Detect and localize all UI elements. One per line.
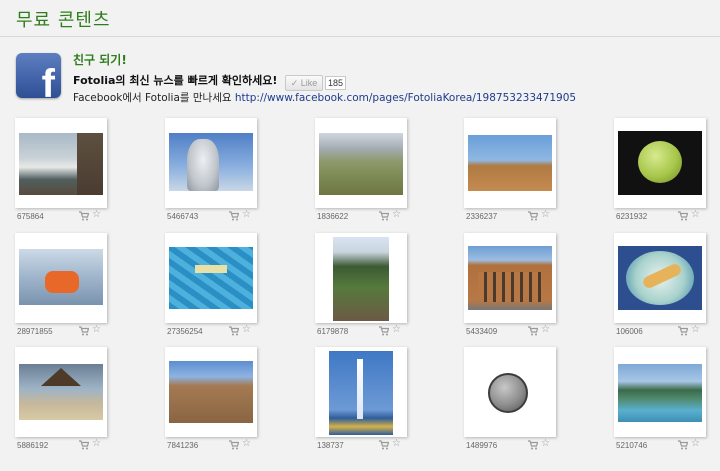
- star-icon[interactable]: ☆: [691, 210, 700, 220]
- thumbnail-item: 7841236 ☆: [165, 347, 257, 459]
- thumbnail-image[interactable]: [169, 247, 253, 309]
- thumbnail-image[interactable]: [488, 373, 528, 413]
- thumbnail-id: 6179878: [317, 327, 349, 336]
- cart-icon[interactable]: [379, 440, 389, 450]
- thumbnail-item: 5886192 ☆: [15, 347, 107, 459]
- thumbnail-id: 106006: [616, 327, 643, 336]
- star-icon[interactable]: ☆: [541, 325, 550, 335]
- thumbnail-id: 28971855: [17, 327, 53, 336]
- thumbnail-item: 138737 ☆: [315, 347, 407, 459]
- promo-message: Fotolia의 최신 뉴스를 빠르게 확인하세요!: [73, 74, 278, 87]
- thumbnail-item: 2336237 ☆: [464, 118, 556, 230]
- star-icon[interactable]: ☆: [691, 325, 700, 335]
- facebook-logo[interactable]: f: [16, 53, 61, 98]
- image-label: [195, 265, 227, 273]
- image-windows: [478, 272, 542, 302]
- thumbnail-id: 1489976: [466, 441, 498, 450]
- image-parasol: [41, 368, 81, 386]
- thumbnail-image[interactable]: [169, 361, 253, 423]
- cart-icon[interactable]: [229, 211, 239, 221]
- thumbnail-item: 1836622 ☆: [315, 118, 407, 230]
- thumbnail-item: 106006 ☆: [614, 233, 706, 345]
- cart-icon[interactable]: [678, 211, 688, 221]
- thumbnail-id: 5886192: [17, 441, 49, 450]
- thumbnail-id: 2336237: [466, 212, 498, 221]
- title-divider: [0, 36, 720, 37]
- cart-icon[interactable]: [528, 440, 538, 450]
- cart-icon[interactable]: [379, 326, 389, 336]
- thumbnail-image[interactable]: [19, 249, 103, 305]
- star-icon[interactable]: ☆: [392, 325, 401, 335]
- like-button[interactable]: ✓ Like: [285, 75, 323, 91]
- thumbnail-id: 5466743: [167, 212, 199, 221]
- thumbnail-item: 1489976 ☆: [464, 347, 556, 459]
- thumbnail-image[interactable]: [19, 133, 103, 195]
- thumbnail-image[interactable]: [468, 246, 552, 310]
- cart-icon[interactable]: [678, 440, 688, 450]
- thumbnail-id: 5433409: [466, 327, 498, 336]
- promo-subtext-prefix: Facebook에서 Fotolia를 만나세요: [73, 92, 235, 104]
- cart-icon[interactable]: [528, 211, 538, 221]
- star-icon[interactable]: ☆: [242, 210, 251, 220]
- image-statue: [187, 139, 219, 191]
- thumbnail-image[interactable]: [329, 351, 393, 435]
- thumbnail-item: 5433409 ☆: [464, 233, 556, 345]
- thumbnail-item: 6231932 ☆: [614, 118, 706, 230]
- thumbnail-id: 5210746: [616, 441, 648, 450]
- facebook-page-link[interactable]: http://www.facebook.com/pages/FotoliaKor…: [235, 92, 576, 104]
- cart-icon[interactable]: [678, 326, 688, 336]
- star-icon[interactable]: ☆: [242, 325, 251, 335]
- thumbnail-image[interactable]: [468, 135, 552, 191]
- thumbnail-item: 27356254 ☆: [165, 233, 257, 345]
- star-icon[interactable]: ☆: [691, 439, 700, 449]
- cart-icon[interactable]: [379, 211, 389, 221]
- thumbnail-item: 6179878 ☆: [315, 233, 407, 345]
- cart-icon[interactable]: [79, 326, 89, 336]
- star-icon[interactable]: ☆: [92, 325, 101, 335]
- promo-subtext: Facebook에서 Fotolia를 만나세요 http://www.face…: [73, 90, 576, 105]
- thumbnail-id: 1836622: [317, 212, 349, 221]
- thumbnail-image[interactable]: [618, 246, 702, 310]
- thumbnail-image[interactable]: [618, 364, 702, 422]
- cart-icon[interactable]: [229, 440, 239, 450]
- page-title: 무료 콘텐츠: [16, 10, 111, 31]
- image-fountain: [357, 359, 363, 419]
- thumbnail-image[interactable]: [333, 237, 389, 321]
- facebook-logo-letter: f: [41, 62, 55, 98]
- star-icon[interactable]: ☆: [92, 439, 101, 449]
- cart-icon[interactable]: [229, 326, 239, 336]
- star-icon[interactable]: ☆: [392, 210, 401, 220]
- thumbnail-id: 138737: [317, 441, 344, 450]
- thumbnail-id: 7841236: [167, 441, 199, 450]
- cart-icon[interactable]: [79, 440, 89, 450]
- thumbnail-item: 675864 ☆: [15, 118, 107, 230]
- star-icon[interactable]: ☆: [242, 439, 251, 449]
- like-count-badge: 185: [325, 76, 347, 90]
- star-icon[interactable]: ☆: [92, 210, 101, 220]
- thumbnail-image[interactable]: [618, 131, 702, 195]
- thumbnail-image[interactable]: [319, 133, 403, 195]
- thumbnail-id: 6231932: [616, 212, 648, 221]
- thumbnail-id: 27356254: [167, 327, 203, 336]
- thumbnail-id: 675864: [17, 212, 44, 221]
- thumbnail-item: 5210746 ☆: [614, 347, 706, 459]
- cart-icon[interactable]: [528, 326, 538, 336]
- star-icon[interactable]: ☆: [541, 439, 550, 449]
- thumbnail-item: 5466743 ☆: [165, 118, 257, 230]
- star-icon[interactable]: ☆: [541, 210, 550, 220]
- image-grape: [638, 141, 682, 183]
- image-rock-tower: [77, 133, 103, 195]
- cart-icon[interactable]: [79, 211, 89, 221]
- star-icon[interactable]: ☆: [392, 439, 401, 449]
- image-crab: [45, 271, 79, 293]
- thumbnail-image[interactable]: [169, 133, 253, 191]
- thumbnail-item: 28971855 ☆: [15, 233, 107, 345]
- promo-heading: 친구 되기!: [73, 53, 127, 67]
- thumbnail-image[interactable]: [19, 364, 103, 420]
